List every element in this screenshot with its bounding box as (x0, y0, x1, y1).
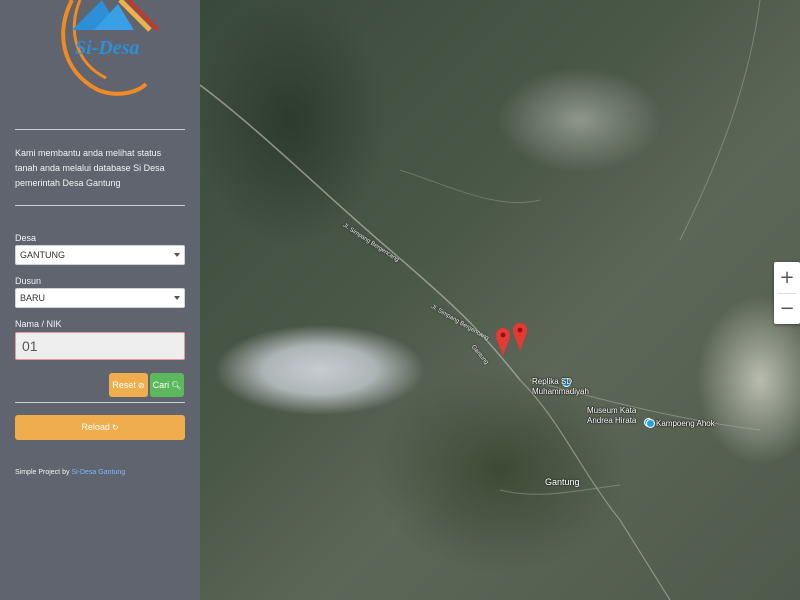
ban-icon: ⊘ (137, 381, 145, 390)
zoom-control: + − (774, 262, 800, 324)
intro-text: Kami membantu anda melihat status tanah … (15, 148, 165, 188)
footer-prefix: Simple Project by (15, 469, 70, 476)
divider (15, 129, 185, 130)
zoom-in-button[interactable]: + (774, 262, 800, 293)
dusun-select[interactable]: BARU (15, 288, 185, 308)
zoom-out-button[interactable]: − (774, 293, 800, 324)
town-label: Gantung (545, 477, 580, 487)
si-desa-logo: Si-Desa (61, 0, 160, 96)
poi-icon[interactable] (646, 419, 655, 428)
poi-label: Kampoeng Ahok (656, 419, 715, 428)
map-roads (200, 0, 761, 600)
dusun-select-value: BARU (20, 293, 46, 303)
reload-button[interactable]: Reload ↻ (15, 415, 185, 440)
footer-link[interactable]: Si-Desa Gantung (71, 469, 125, 476)
map-pin-icon[interactable] (496, 327, 510, 357)
chevron-down-icon (174, 253, 180, 257)
reload-button-label: Reload (81, 422, 110, 432)
logo-text: Si-Desa (75, 37, 139, 59)
divider (778, 293, 796, 294)
desa-select[interactable]: GANTUNG (15, 245, 185, 265)
search-icon: 🔍︎ (171, 381, 182, 390)
divider (15, 402, 185, 403)
reset-button[interactable]: Reset ⊘ (109, 373, 148, 397)
dusun-label: Dusun (15, 276, 42, 286)
desa-label: Desa (15, 233, 37, 243)
nik-input[interactable] (15, 332, 185, 360)
nik-label: Nama / NIK (15, 319, 62, 329)
poi-label: Replika SD Muhammadiyah (532, 377, 589, 396)
satellite-map[interactable]: Jl. Simpang Bergencang Gantung Jl. Simpa… (200, 0, 800, 600)
chevron-down-icon (174, 296, 180, 300)
poi-label: Museum Kata Andrea Hirata (587, 406, 637, 425)
search-button-label: Cari (152, 380, 170, 390)
sidebar: Si-Desa Kami membantu anda melihat statu… (0, 0, 200, 600)
refresh-icon: ↻ (111, 423, 119, 432)
divider (15, 205, 185, 206)
footer: Simple Project by Si-Desa Gantung (15, 469, 125, 476)
search-button[interactable]: Cari 🔍︎ (150, 373, 184, 397)
map-pin-icon[interactable] (513, 322, 527, 352)
reset-button-label: Reset (112, 380, 136, 390)
desa-select-value: GANTUNG (20, 250, 65, 260)
